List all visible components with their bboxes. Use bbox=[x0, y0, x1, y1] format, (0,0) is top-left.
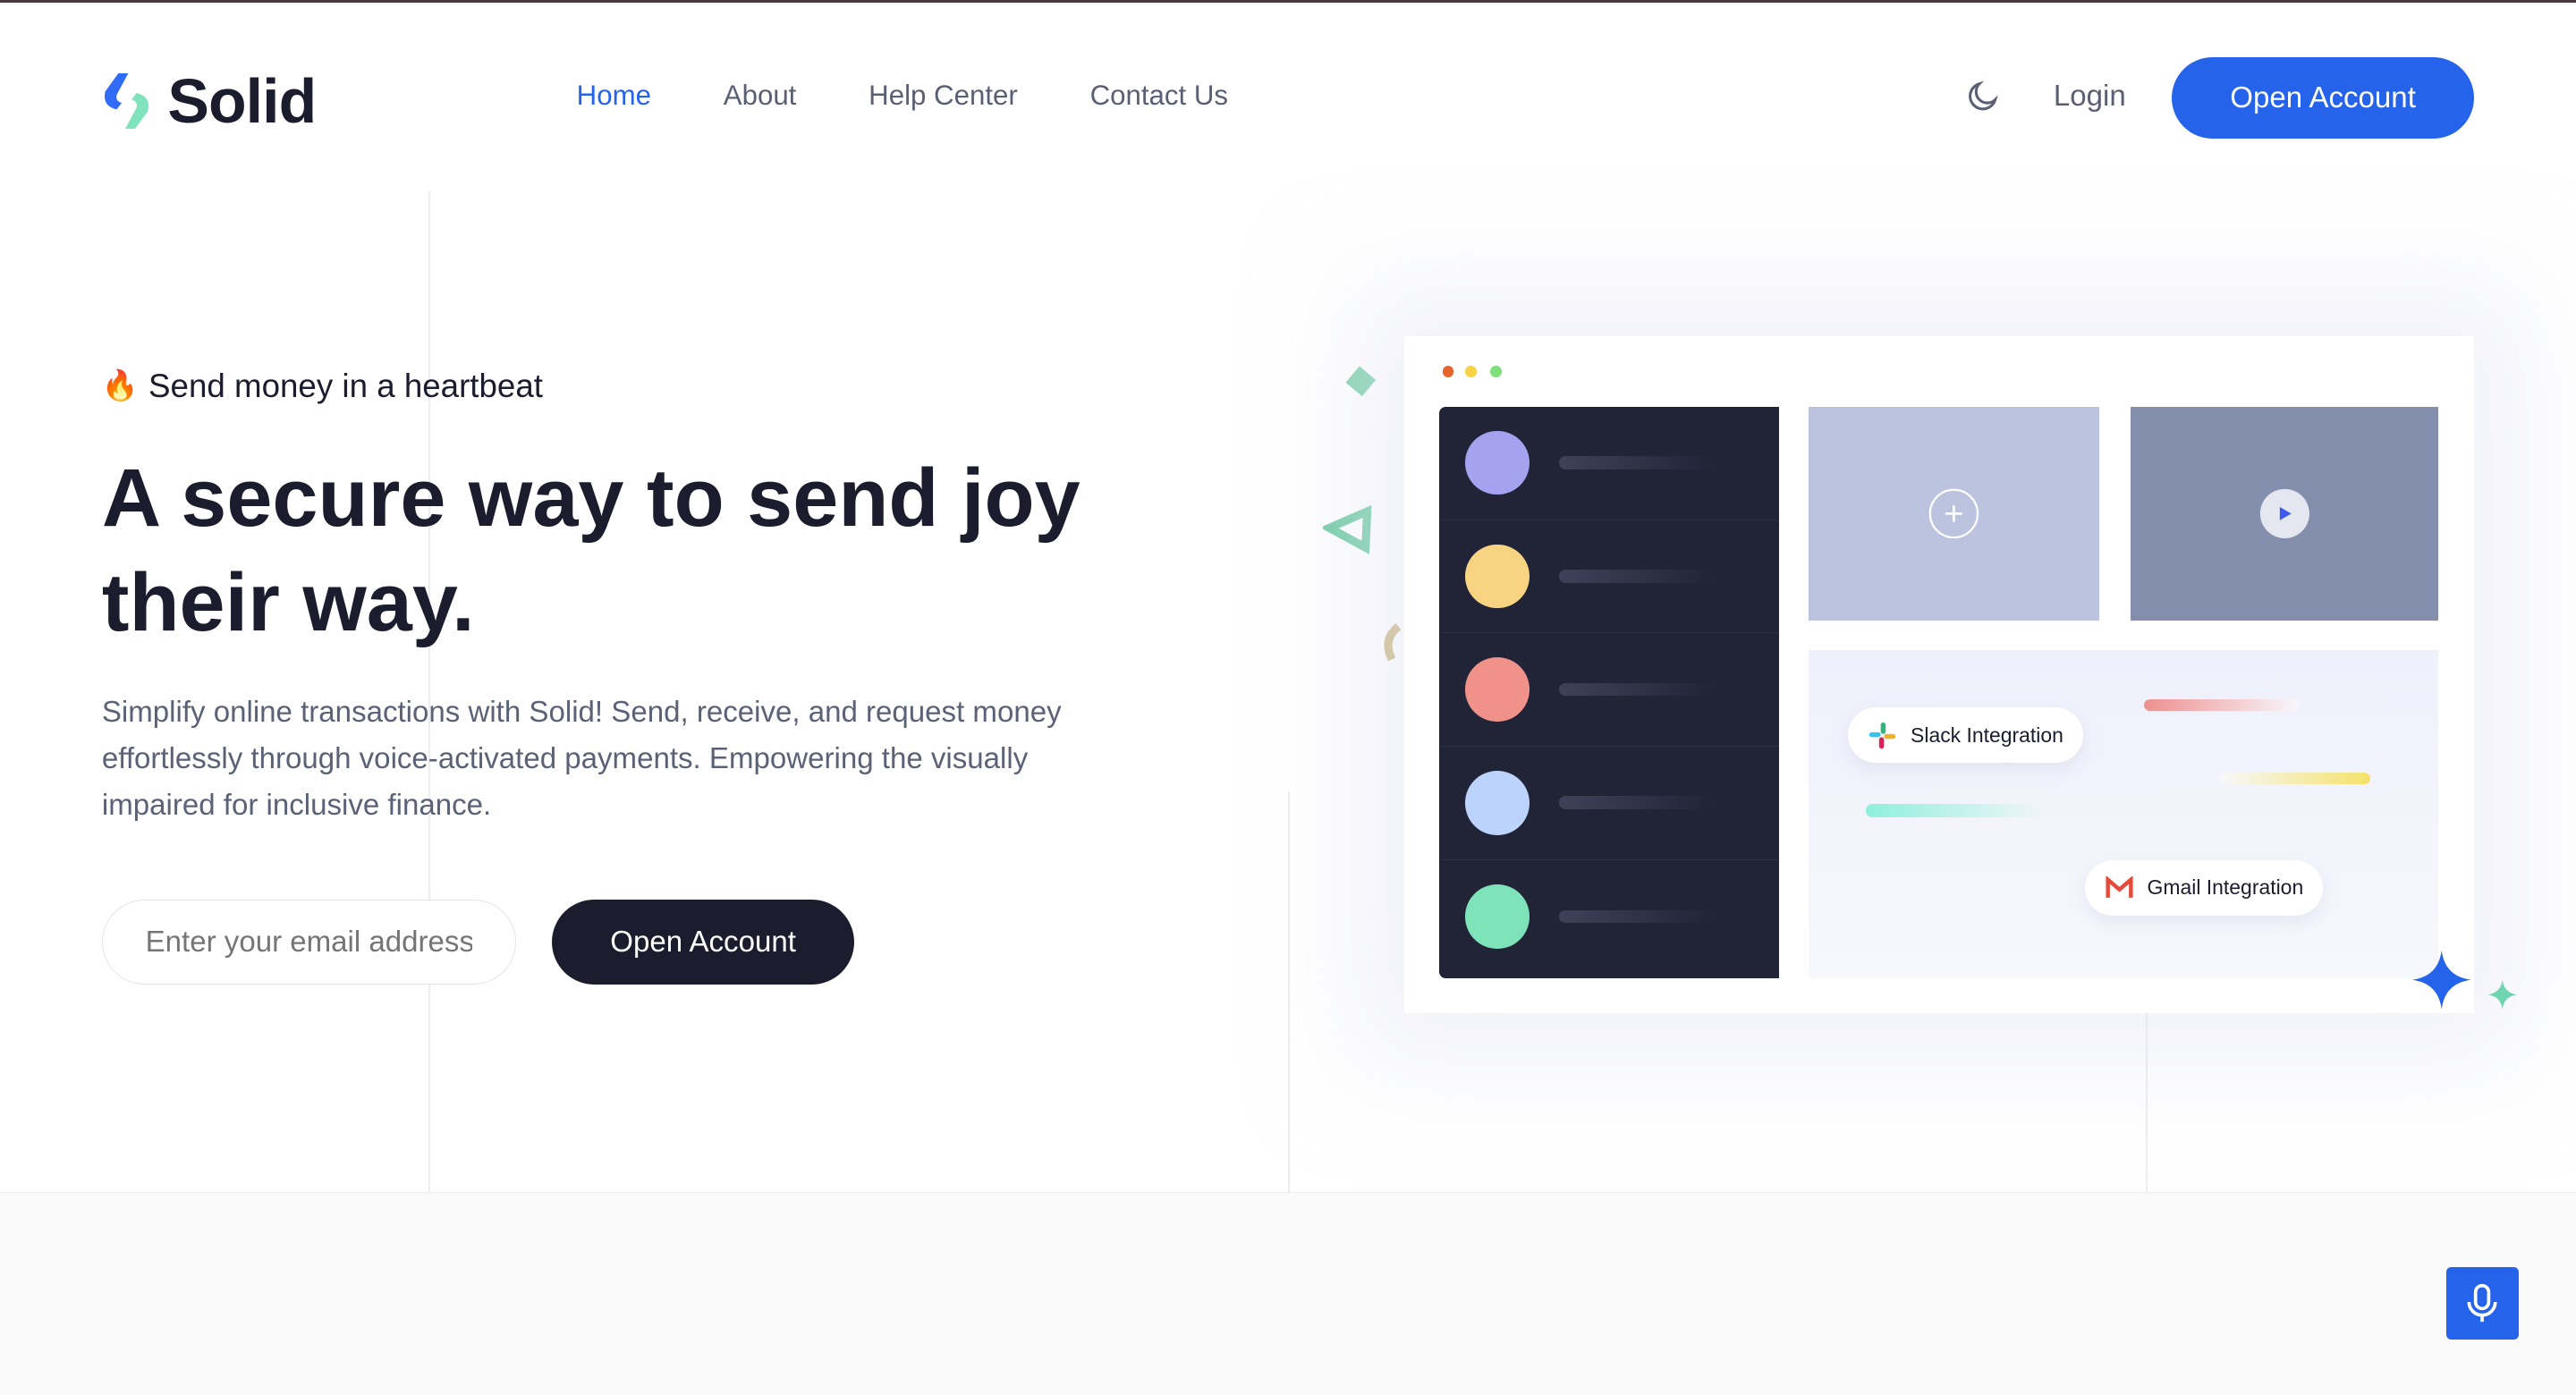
avatar bbox=[1465, 430, 1530, 495]
hero-description: Simplify online transactions with Solid!… bbox=[101, 695, 1062, 823]
placeholder-bar bbox=[1558, 456, 1716, 470]
list-item bbox=[1439, 860, 1779, 974]
placeholder-bar bbox=[1558, 570, 1716, 583]
list-item bbox=[1438, 747, 1780, 860]
play-icon bbox=[2259, 488, 2309, 538]
solid-logo-icon bbox=[104, 72, 148, 129]
hero-open-account-button[interactable]: Open Account bbox=[552, 899, 855, 985]
fire-icon: 🔥 bbox=[101, 369, 140, 403]
tagline-text: Send money in a heartbeat bbox=[148, 367, 543, 404]
placeholder-bar bbox=[1558, 682, 1716, 697]
grid-line bbox=[1287, 790, 1290, 1192]
slack-icon bbox=[1869, 722, 1896, 748]
gmail-integration-label: Gmail Integration bbox=[2147, 875, 2304, 900]
window-dot-green bbox=[1489, 365, 1502, 377]
slack-integration-badge: Slack Integration bbox=[1848, 706, 2083, 764]
window-dot-red bbox=[1442, 365, 1454, 377]
placeholder-bar bbox=[1558, 909, 1716, 924]
add-tile bbox=[1809, 406, 2100, 621]
microphone-icon bbox=[2467, 1283, 2497, 1322]
video-tile bbox=[2131, 406, 2438, 621]
grid-line bbox=[2145, 1012, 2148, 1192]
accent-bar bbox=[2219, 773, 2371, 785]
nav-home[interactable]: Home bbox=[577, 80, 651, 112]
nav-help-center[interactable]: Help Center bbox=[869, 80, 1018, 112]
integrations-panel: Slack Integration Gmail Integration bbox=[1809, 649, 2438, 978]
tagline: 🔥 Send money in a heartbeat bbox=[102, 368, 543, 405]
hero-title: A secure way to send joy their way. bbox=[101, 452, 1080, 649]
brand-name: Solid bbox=[167, 65, 317, 136]
footer-section bbox=[0, 1191, 2576, 1395]
avatar bbox=[1465, 771, 1530, 835]
page: Solid Home About Help Center Contact Us … bbox=[0, 0, 2576, 1395]
window-dot-yellow bbox=[1465, 365, 1478, 377]
avatar bbox=[1465, 544, 1530, 609]
list-item bbox=[1438, 633, 1780, 747]
placeholder-bar bbox=[1558, 796, 1716, 810]
app-mockup: Slack Integration Gmail Integration bbox=[1404, 335, 2475, 1013]
email-input[interactable] bbox=[101, 899, 516, 985]
sparkle-icon bbox=[2411, 950, 2517, 1010]
gmail-icon bbox=[2106, 876, 2133, 898]
plus-circle-icon bbox=[1929, 488, 1979, 538]
list-item bbox=[1438, 407, 1780, 520]
gmail-integration-badge: Gmail Integration bbox=[2084, 859, 2324, 917]
contact-list bbox=[1438, 406, 1780, 978]
header-open-account-button[interactable]: Open Account bbox=[2172, 56, 2475, 140]
main-nav: Home About Help Center Contact Us bbox=[577, 80, 1228, 112]
nav-contact-us[interactable]: Contact Us bbox=[1090, 80, 1228, 112]
list-item bbox=[1438, 520, 1780, 634]
accent-bar bbox=[1866, 804, 2047, 817]
avatar bbox=[1465, 657, 1530, 722]
avatar bbox=[1465, 884, 1530, 949]
moon-icon[interactable] bbox=[1965, 78, 2001, 114]
slack-integration-label: Slack Integration bbox=[1911, 723, 2063, 747]
logo[interactable]: Solid bbox=[102, 65, 317, 137]
voice-assistant-button[interactable] bbox=[2445, 1267, 2519, 1340]
accent-bar bbox=[2143, 698, 2301, 711]
decorative-shapes bbox=[1322, 366, 1402, 662]
login-link[interactable]: Login bbox=[2054, 80, 2126, 114]
nav-about[interactable]: About bbox=[724, 80, 797, 112]
